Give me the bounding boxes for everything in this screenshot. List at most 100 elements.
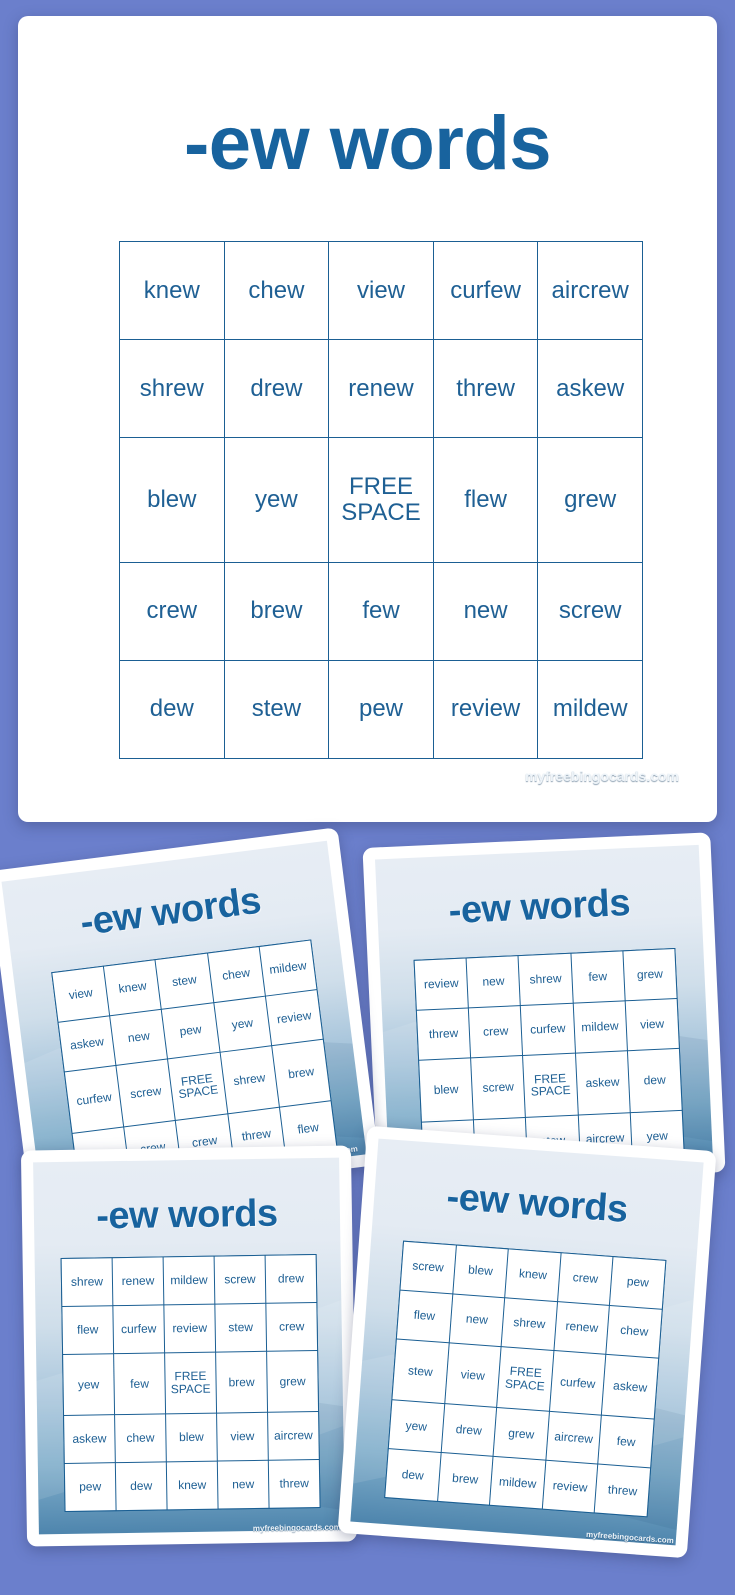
bingo-cell[interactable]: pew [64, 1463, 116, 1511]
bingo-cell[interactable]: FREE SPACE [165, 1352, 217, 1414]
bingo-cell[interactable]: few [571, 951, 625, 1003]
bingo-cell[interactable]: review [433, 660, 538, 758]
bingo-card-main[interactable]: -ew words knew chew view curfew aircrew shrew… [18, 16, 717, 822]
bingo-cell[interactable]: flew [433, 438, 538, 562]
bingo-cell[interactable]: screw [400, 1241, 456, 1294]
bingo-cell[interactable]: shrew [501, 1298, 557, 1350]
bingo-cell[interactable]: mildew [259, 940, 317, 996]
bingo-cell[interactable]: yew [63, 1354, 115, 1415]
bingo-cell[interactable]: curfew [521, 1003, 575, 1055]
bingo-cell[interactable]: chew [606, 1305, 662, 1358]
bingo-cell[interactable]: FREE SPACE [168, 1052, 227, 1121]
bingo-cell[interactable]: screw [116, 1058, 176, 1127]
bingo-cell[interactable]: knew [120, 242, 224, 340]
bingo-cell[interactable]: yew [388, 1400, 444, 1453]
bingo-cell[interactable]: curfew [64, 1065, 124, 1134]
bingo-cell[interactable]: blew [452, 1245, 508, 1298]
bingo-cell[interactable]: renew [554, 1301, 610, 1354]
bingo-cell[interactable]: pew [329, 660, 433, 758]
bingo-cell[interactable]: dew [120, 660, 224, 758]
bingo-cell[interactable]: knew [166, 1461, 218, 1510]
bingo-grid[interactable]: knew chew view curfew aircrew shrew drew renew t… [119, 241, 643, 759]
bingo-cell[interactable]: pew [162, 1003, 220, 1058]
bingo-cell[interactable]: view [52, 966, 110, 1022]
bingo-cell[interactable]: view [444, 1342, 501, 1408]
bingo-cell[interactable]: drew [265, 1255, 317, 1303]
bingo-cell[interactable]: crew [469, 1005, 523, 1057]
bingo-cell[interactable]: view [217, 1412, 268, 1461]
bingo-cell[interactable]: askew [602, 1354, 659, 1419]
bingo-cell[interactable]: chew [207, 947, 265, 1002]
bingo-cell[interactable]: blew [166, 1413, 217, 1462]
bingo-cell[interactable]: crew [557, 1253, 613, 1305]
bingo-cell[interactable]: threw [595, 1464, 651, 1517]
bingo-cell[interactable]: brew [271, 1039, 331, 1108]
bingo-cell[interactable]: renew [329, 340, 433, 438]
bingo-cell[interactable]: grew [623, 949, 677, 1001]
bingo-cell[interactable]: review [542, 1460, 598, 1513]
bingo-cell[interactable]: askew [64, 1415, 115, 1463]
bingo-cell[interactable]: stew [224, 660, 329, 758]
bingo-cell[interactable]: screw [538, 562, 642, 660]
bingo-cell[interactable]: curfew [113, 1305, 165, 1354]
bingo-cell[interactable]: screw [214, 1255, 266, 1304]
bingo-cell[interactable]: drew [224, 340, 329, 438]
bingo-cell[interactable]: new [433, 562, 538, 660]
bingo-cell[interactable]: shrew [61, 1258, 113, 1306]
bingo-cell[interactable]: renew [112, 1257, 164, 1306]
bingo-cell[interactable]: mildew [163, 1256, 215, 1305]
bingo-cell[interactable]: view [329, 242, 433, 340]
bingo-cell[interactable]: threw [433, 340, 538, 438]
bingo-cell[interactable]: askew [538, 340, 642, 438]
bingo-cell[interactable]: new [217, 1460, 269, 1509]
bingo-cell[interactable]: dew [385, 1449, 441, 1501]
bingo-cell[interactable]: aircrew [538, 242, 642, 340]
bingo-cell[interactable]: pew [610, 1257, 666, 1309]
bingo-cell[interactable]: grew [493, 1408, 549, 1460]
bingo-cell[interactable]: few [114, 1353, 166, 1415]
bingo-cell[interactable]: mildew [490, 1457, 546, 1509]
bingo-cell[interactable]: FREE SPACE [329, 438, 433, 562]
bingo-cell[interactable]: curfew [433, 242, 538, 340]
bingo-cell[interactable]: threw [416, 1008, 471, 1060]
bingo-cell[interactable]: FREE SPACE [523, 1053, 578, 1118]
bingo-cell[interactable]: grew [538, 438, 642, 562]
bingo-cell[interactable]: aircrew [546, 1412, 602, 1464]
bingo-cell[interactable]: new [110, 1009, 168, 1065]
bingo-cell[interactable]: askew [58, 1016, 116, 1071]
bingo-cell[interactable]: curfew [549, 1350, 606, 1416]
bingo-cell[interactable]: new [466, 956, 521, 1008]
bingo-grid[interactable]: shrew renew mildew screw drew flew curfew revie… [60, 1253, 321, 1512]
bingo-cell[interactable]: new [449, 1294, 505, 1346]
bingo-cell[interactable]: mildew [573, 1001, 627, 1053]
bingo-cell[interactable]: dew [115, 1462, 167, 1511]
bingo-cell[interactable]: flew [396, 1290, 452, 1342]
bingo-cell[interactable]: shrew [220, 1045, 279, 1114]
bingo-cell[interactable]: brew [224, 562, 329, 660]
bingo-cell[interactable]: mildew [538, 660, 642, 758]
bingo-cell[interactable]: FREE SPACE [497, 1346, 554, 1412]
bingo-cell[interactable]: crew [120, 562, 224, 660]
bingo-cell[interactable]: drew [441, 1404, 497, 1456]
bingo-cell[interactable]: stew [155, 953, 213, 1009]
bingo-cell[interactable]: review [164, 1304, 216, 1353]
bingo-cell[interactable]: yew [213, 996, 271, 1052]
bingo-grid[interactable]: screw blew knew crew pew flew new shrew renew che… [384, 1240, 667, 1518]
bingo-cell[interactable]: stew [392, 1339, 449, 1404]
bingo-cell[interactable]: blew [419, 1057, 474, 1122]
bingo-cell[interactable]: crew [266, 1302, 318, 1351]
bingo-cell[interactable]: threw [268, 1459, 320, 1508]
bingo-cell[interactable]: stew [215, 1303, 267, 1352]
bingo-cell[interactable]: flew [62, 1306, 114, 1354]
bingo-cell[interactable]: shrew [518, 953, 573, 1005]
bingo-cell[interactable]: yew [224, 438, 329, 562]
bingo-cell[interactable]: chew [115, 1414, 166, 1463]
bingo-cell[interactable]: aircrew [268, 1411, 319, 1460]
bingo-cell[interactable]: shrew [120, 340, 224, 438]
bingo-cell[interactable]: chew [224, 242, 329, 340]
bingo-card-4[interactable]: -ew words shrew renew mildew screw drew flew c… [20, 1145, 358, 1547]
bingo-cell[interactable]: view [625, 998, 679, 1050]
bingo-cell[interactable]: brew [437, 1453, 493, 1505]
bingo-cell[interactable]: dew [627, 1048, 682, 1113]
bingo-cell[interactable]: few [329, 562, 433, 660]
